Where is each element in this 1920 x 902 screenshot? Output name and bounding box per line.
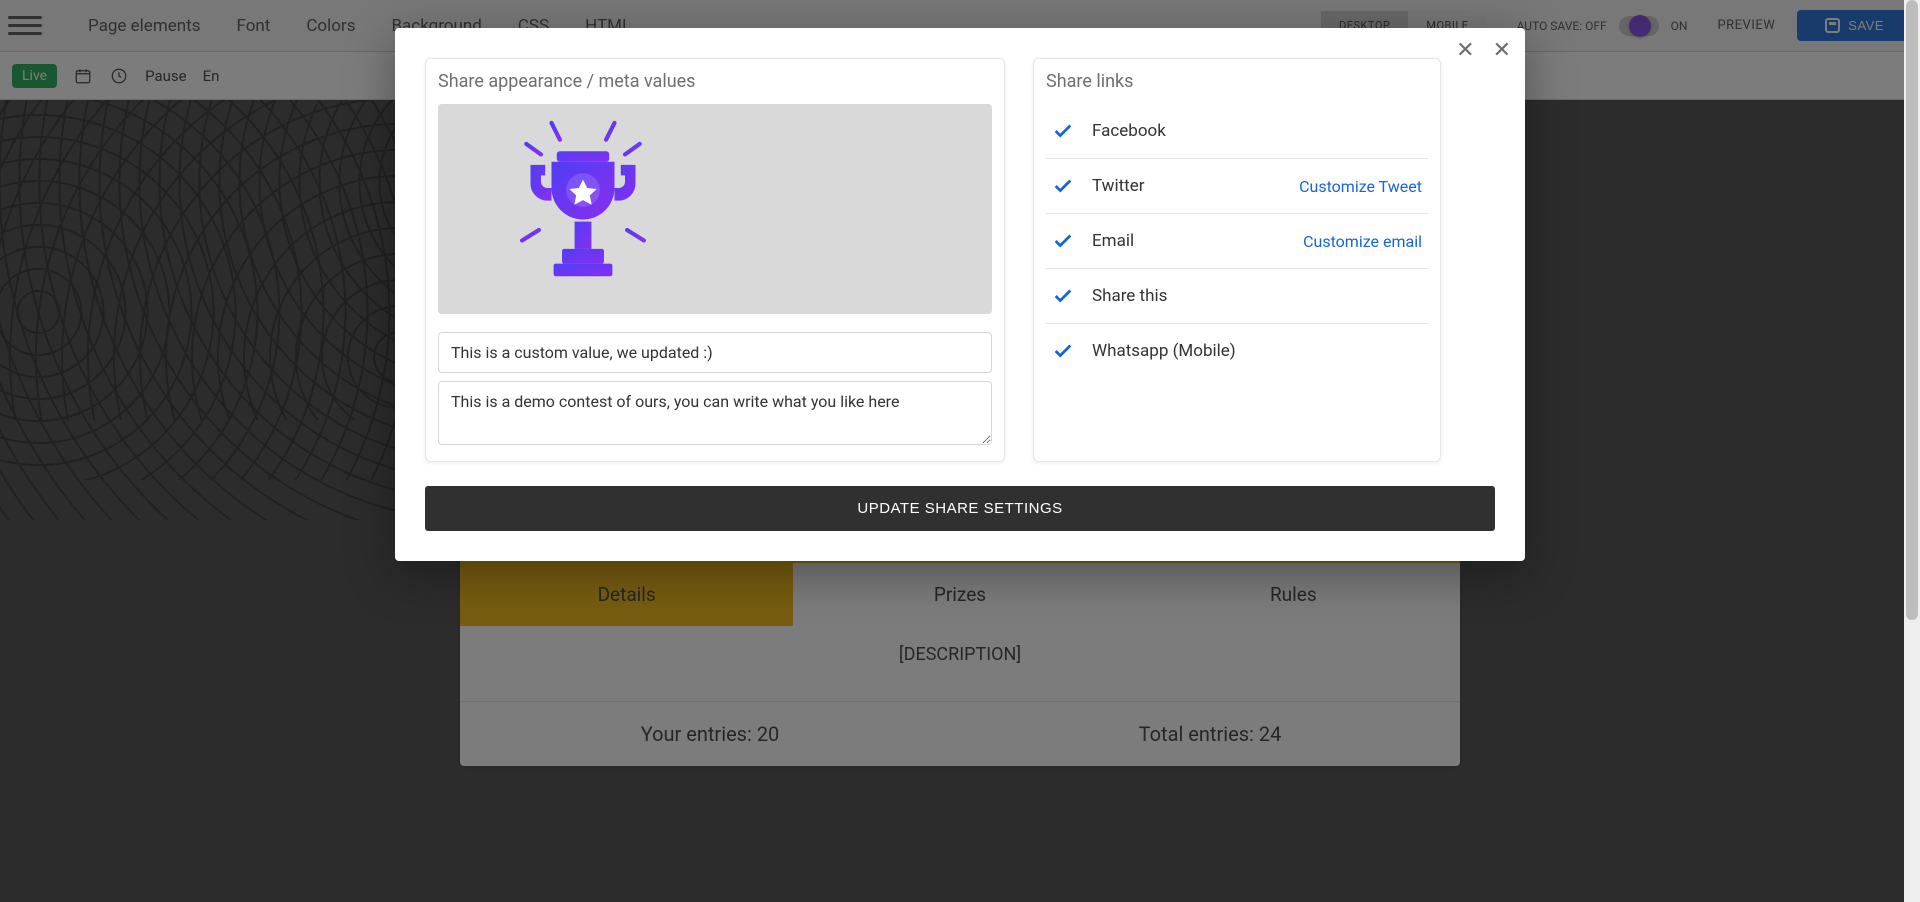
share-item-twitter[interactable]: Twitter Customize Tweet	[1046, 159, 1428, 214]
share-image-preview[interactable]	[438, 104, 992, 314]
check-icon	[1052, 285, 1074, 307]
update-share-settings-button[interactable]: UPDATE SHARE SETTINGS	[425, 486, 1495, 531]
share-item-label: Email	[1092, 231, 1134, 251]
share-item-label: Share this	[1092, 286, 1167, 306]
check-icon	[1052, 120, 1074, 142]
check-icon	[1052, 175, 1074, 197]
customize-email-link[interactable]: Customize email	[1303, 232, 1422, 251]
share-item-sharethis[interactable]: Share this	[1046, 269, 1428, 324]
share-item-label: Whatsapp (Mobile)	[1092, 341, 1236, 361]
check-icon	[1052, 230, 1074, 252]
share-item-email[interactable]: Email Customize email	[1046, 214, 1428, 269]
share-settings-modal: ✕ ✕ Share appearance / meta values	[395, 28, 1525, 561]
customize-tweet-link[interactable]: Customize Tweet	[1299, 177, 1422, 196]
modal-close-icon-1[interactable]: ✕	[1456, 38, 1474, 63]
page-scrollbar[interactable]	[1904, 0, 1920, 902]
check-icon	[1052, 340, 1074, 362]
share-appearance-title: Share appearance / meta values	[438, 71, 992, 92]
share-description-input[interactable]	[438, 381, 992, 445]
share-appearance-panel: Share appearance / meta values	[425, 58, 1005, 462]
share-links-title: Share links	[1046, 71, 1428, 92]
share-item-label: Facebook	[1092, 121, 1166, 141]
share-item-facebook[interactable]: Facebook	[1046, 104, 1428, 159]
trophy-icon	[478, 104, 688, 314]
scrollbar-thumb[interactable]	[1906, 0, 1918, 620]
modal-close-icon-2[interactable]: ✕	[1493, 38, 1511, 63]
share-links-panel: Share links Facebook Twitter Customize T…	[1033, 58, 1441, 462]
share-item-whatsapp[interactable]: Whatsapp (Mobile)	[1046, 324, 1428, 378]
share-title-input[interactable]	[438, 332, 992, 373]
share-item-label: Twitter	[1092, 176, 1144, 196]
